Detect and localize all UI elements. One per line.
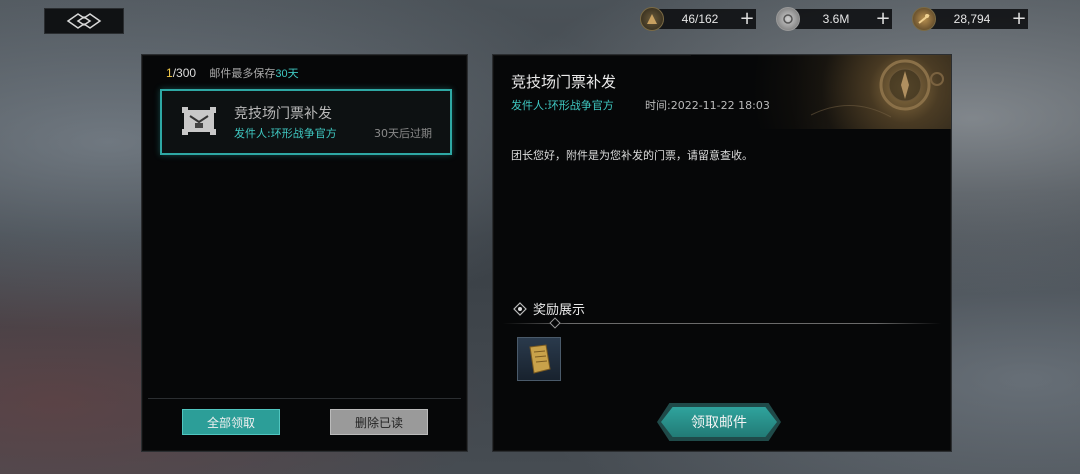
diamond-icon <box>513 301 527 316</box>
add-silver-button[interactable]: + <box>874 9 892 29</box>
stamina-value: 46/162 <box>658 9 738 29</box>
mail-detail-sender: 发件人:环形战争官方 <box>511 99 614 112</box>
mail-retention-note: 邮件最多保存30天 <box>209 68 298 80</box>
currency-gold: 28,794 + <box>912 6 1028 32</box>
mail-detail-panel: 竞技场门票补发 发件人:环形战争官方 时间:2022-11-22 18:03 团… <box>492 54 952 452</box>
claim-mail-button[interactable]: 领取邮件 <box>661 407 777 437</box>
mail-item-title: 竞技场门票补发 <box>234 106 332 122</box>
mail-list-panel: 1/300 邮件最多保存30天 竞技场门票补发 发件人:环形战争官方 30天后过… <box>141 54 468 452</box>
compass-icon <box>810 59 944 118</box>
mail-count-current: 1 <box>166 66 173 80</box>
reward-heading: 奖励展示 <box>513 299 585 318</box>
ticket-scroll-icon <box>529 344 551 374</box>
mail-count-total: /300 <box>172 66 197 80</box>
divider <box>148 398 461 399</box>
mail-item-expire: 30天后过期 <box>374 127 432 140</box>
mail-detail-time: 时间:2022-11-22 18:03 <box>645 99 770 112</box>
logo-icon <box>66 13 102 29</box>
mail-detail-title: 竞技场门票补发 <box>511 73 617 91</box>
silver-coin-icon <box>776 7 800 31</box>
currency-bar: 46/162 + 3.6M + 28,794 + <box>640 6 1028 32</box>
delete-read-button[interactable]: 删除已读 <box>330 409 428 435</box>
silver-value: 3.6M <box>794 9 874 29</box>
claim-all-button[interactable]: 全部领取 <box>182 409 280 435</box>
divider-diamond-icon <box>549 317 561 329</box>
reward-divider <box>503 323 941 324</box>
add-gold-button[interactable]: + <box>1010 9 1028 29</box>
gold-resource-icon <box>912 7 936 31</box>
retention-days: 30天 <box>275 68 299 80</box>
reward-item-ticket[interactable] <box>517 337 561 381</box>
header-compass-image <box>691 55 951 129</box>
mail-detail-body: 团长您好，附件是为您补发的门票，请留意查收。 <box>511 149 753 162</box>
mail-count: 1/300 邮件最多保存30天 <box>166 65 299 81</box>
gold-value: 28,794 <box>930 9 1010 29</box>
stamina-icon <box>640 7 664 31</box>
currency-stamina: 46/162 + <box>640 6 756 32</box>
add-stamina-button[interactable]: + <box>738 9 756 29</box>
reward-heading-label: 奖励展示 <box>533 303 586 318</box>
mail-item-sender: 发件人:环形战争官方 <box>234 127 337 140</box>
mail-letter-icon <box>182 107 216 135</box>
currency-silver: 3.6M + <box>776 6 892 32</box>
game-logo <box>44 8 124 34</box>
retention-prefix: 邮件最多保存 <box>209 68 276 80</box>
mail-list-item[interactable]: 竞技场门票补发 发件人:环形战争官方 30天后过期 <box>160 89 452 155</box>
